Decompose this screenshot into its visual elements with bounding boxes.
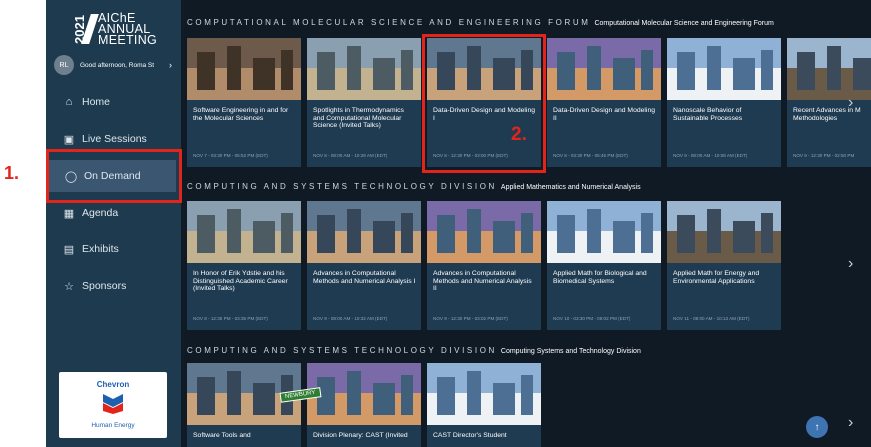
home-icon: ⌂ <box>65 96 73 108</box>
session-time: NOV 8 - 12:35 PM - 03:35 PM (EDT) <box>193 316 268 321</box>
session-time: NOV 8 - 08:00 AM - 10:28 AM (EDT) <box>313 153 388 158</box>
session-title: Software Tools and <box>193 432 251 439</box>
nav-item-sponsors[interactable]: ☆ Sponsors <box>46 270 181 302</box>
session-card[interactable]: In Honor of Erik Ydstie and his Distingu… <box>187 201 301 330</box>
session-time: NOV 11 - 08:00 AM - 10:13 AM (EDT) <box>673 316 750 321</box>
session-title: Applied Math for Biological and Biomedic… <box>553 270 647 285</box>
aiche-logo[interactable]: 2021 AIChE ANNUAL MEETING <box>72 12 172 48</box>
session-time: NOV 9 - 12:30 PM - 03:02 PM (EDT) <box>433 316 508 321</box>
session-thumbnail <box>787 38 871 100</box>
session-time: NOV 9 - 12:30 PM - 02:50 PM <box>793 153 855 158</box>
section-subheading: Computing Systems and Technology Divisio… <box>500 348 641 355</box>
chevron-right-icon: › <box>169 60 172 70</box>
session-thumbnail <box>307 363 421 425</box>
session-thumbnail <box>427 201 541 263</box>
session-thumbnail <box>547 201 661 263</box>
session-title: Recent Advances in M Methodologies <box>793 107 861 122</box>
carousel-next-arrow[interactable]: › <box>848 94 853 112</box>
chevron-logo-icon <box>103 394 123 414</box>
section-subheading: Computational Molecular Science and Engi… <box>594 20 774 27</box>
scroll-to-top-button[interactable]: ↑ <box>806 416 828 438</box>
session-card[interactable]: Software Engineering in and for the Mole… <box>187 38 301 167</box>
nav-label: Exhibits <box>82 243 119 255</box>
session-card[interactable]: Data-Driven Design and Modeling II NOV 8 … <box>547 38 661 167</box>
booth-icon: ▤ <box>63 243 75 256</box>
nav-label: Live Sessions <box>82 133 147 145</box>
star-icon: ☆ <box>64 280 74 293</box>
session-time: NOV 7 - 03:30 PM - 05:52 PM (EDT) <box>193 153 268 158</box>
section-heading: COMPUTING AND SYSTEMS TECHNOLOGY DIVISIO… <box>187 346 497 355</box>
session-title: Advances in Computational Methods and Nu… <box>433 270 532 293</box>
greeting-text: Good afternoon, Roma St <box>80 61 155 69</box>
annotation-2: 2. <box>511 124 527 145</box>
session-title: Data-Driven Design and Modeling II <box>553 107 656 122</box>
session-card[interactable]: Advances in Computational Methods and Nu… <box>307 201 421 330</box>
nav-label: Agenda <box>82 207 119 219</box>
session-title: Nanoscale Behavior of Sustainable Proces… <box>673 107 743 122</box>
calendar-icon: ▦ <box>63 207 75 220</box>
section-heading: COMPUTATIONAL MOLECULAR SCIENCE AND ENGI… <box>187 18 591 27</box>
highlight-box-card <box>422 34 546 173</box>
session-title: Advances in Computational Methods and Nu… <box>313 270 416 285</box>
session-card[interactable]: Recent Advances in M Methodologies NOV 9 … <box>787 38 871 167</box>
session-thumbnail <box>667 38 781 100</box>
session-card[interactable]: Software Tools and <box>187 363 301 447</box>
session-time: NOV 8 - 03:30 PM - 05:45 PM (EDT) <box>553 153 628 158</box>
nav-item-exhibits[interactable]: ▤ Exhibits <box>46 233 181 265</box>
carousel-next-arrow[interactable]: › <box>848 255 853 273</box>
user-menu[interactable]: RL Good afternoon, Roma St › <box>54 55 176 75</box>
highlight-box-on-demand <box>46 149 182 203</box>
session-card[interactable]: Applied Math for Energy and Environmenta… <box>667 201 781 330</box>
session-title: Division Plenary: CAST (Invited <box>313 432 408 439</box>
session-title: Spotlights in Thermodynamics and Computa… <box>313 107 404 130</box>
sidebar: 2021 AIChE ANNUAL MEETING RL Good aftern… <box>46 0 181 447</box>
session-card[interactable]: Spotlights in Thermodynamics and Computa… <box>307 38 421 167</box>
section-subheading: Applied Mathematics and Numerical Analys… <box>500 184 641 191</box>
session-card[interactable]: Nanoscale Behavior of Sustainable Proces… <box>667 38 781 167</box>
logo-line-3: MEETING <box>98 33 158 47</box>
nav-label: Sponsors <box>82 280 127 292</box>
session-title: Applied Math for Energy and Environmenta… <box>673 270 760 285</box>
avatar: RL <box>54 55 74 75</box>
logo-text: AIChE ANNUAL MEETING <box>98 12 158 47</box>
session-title: CAST Director's Student <box>433 432 507 439</box>
session-thumbnail <box>547 38 661 100</box>
session-thumbnail <box>667 201 781 263</box>
session-title: Software Engineering in and for the Mole… <box>193 107 289 122</box>
carousel-next-arrow[interactable]: › <box>848 414 853 432</box>
section-heading: COMPUTING AND SYSTEMS TECHNOLOGY DIVISIO… <box>187 182 497 191</box>
nav-label: Home <box>82 96 111 108</box>
session-card[interactable]: Advances in Computational Methods and Nu… <box>427 201 541 330</box>
arrow-up-icon: ↑ <box>814 421 820 433</box>
session-thumbnail <box>427 363 541 425</box>
video-icon: ▣ <box>63 133 75 146</box>
sponsor-brand: Chevron <box>96 380 130 389</box>
session-thumbnail <box>187 38 301 100</box>
section-title-cast-applied-math: COMPUTING AND SYSTEMS TECHNOLOGY DIVISIO… <box>187 182 641 191</box>
sponsor-banner[interactable]: Chevron Human Energy <box>59 372 167 438</box>
section-title-cast-computing: COMPUTING AND SYSTEMS TECHNOLOGY DIVISIO… <box>187 346 641 355</box>
session-thumbnail <box>307 201 421 263</box>
session-thumbnail <box>307 38 421 100</box>
session-card[interactable]: Division Plenary: CAST (Invited <box>307 363 421 447</box>
section-title-cmse: COMPUTATIONAL MOLECULAR SCIENCE AND ENGI… <box>187 18 774 27</box>
session-card[interactable]: CAST Director's Student <box>427 363 541 447</box>
session-card[interactable]: Applied Math for Biological and Biomedic… <box>547 201 661 330</box>
session-title: In Honor of Erik Ydstie and his Distingu… <box>193 270 288 293</box>
session-time: NOV 9 - 08:00 AM - 10:08 AM (EDT) <box>673 153 748 158</box>
session-time: NOV 9 - 08:00 AM - 10:32 AM (EDT) <box>313 316 388 321</box>
nav-item-home[interactable]: ⌂ Home <box>46 86 181 118</box>
session-thumbnail <box>187 201 301 263</box>
sponsor-tagline: Human Energy <box>91 422 135 429</box>
session-time: NOV 10 - 03:30 PM - 06:02 PM (EDT) <box>553 316 631 321</box>
annotation-1: 1. <box>4 163 20 183</box>
